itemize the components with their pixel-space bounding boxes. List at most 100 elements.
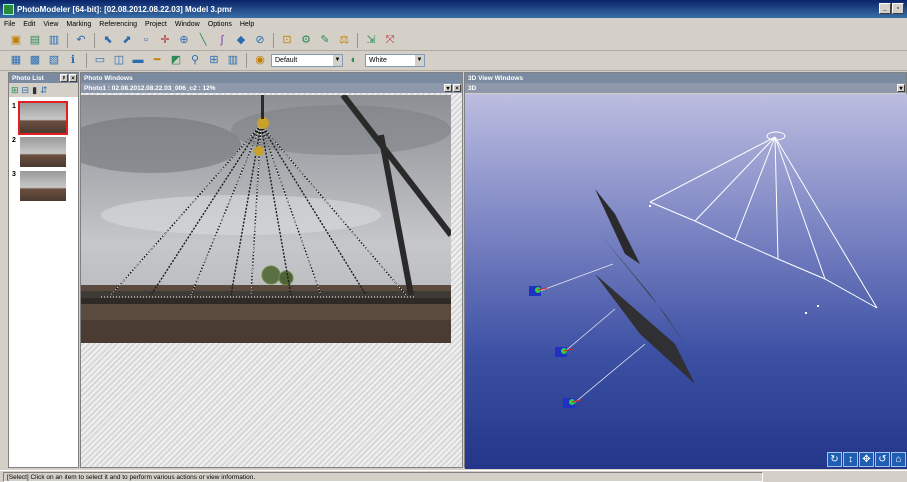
zoom-icon[interactable]: ⚲: [187, 53, 203, 69]
style-dropdown[interactable]: Default ▼: [271, 54, 343, 67]
mark-line-icon[interactable]: ╲: [195, 33, 211, 49]
idealize-icon[interactable]: ✎: [317, 33, 333, 49]
home-view-icon[interactable]: ⌂: [891, 452, 906, 467]
open-project-icon[interactable]: ▤: [27, 33, 43, 49]
maximize-button[interactable]: ▫: [892, 3, 904, 14]
zoom-icon[interactable]: ↕: [843, 452, 858, 467]
photo-thumb-image: [20, 171, 66, 201]
toolbar-divider: [94, 33, 95, 48]
3d-view-title-bar: 3D ▾: [465, 83, 906, 93]
menu-referencing[interactable]: Referencing: [99, 21, 137, 28]
style-dropdown-value: Default: [275, 57, 298, 64]
measure-icon[interactable]: ⊘: [252, 33, 268, 49]
app-icon: [3, 3, 14, 15]
pan-icon[interactable]: ✥: [859, 452, 874, 467]
style-icon[interactable]: ◉: [252, 53, 268, 69]
3d-points: [649, 205, 819, 314]
properties-icon[interactable]: ▮: [32, 85, 37, 96]
window-icon[interactable]: ◫: [111, 53, 127, 69]
open-photo-icon[interactable]: ▦: [8, 53, 24, 69]
camera-rays: [536, 263, 646, 405]
undo-icon[interactable]: ↶: [73, 33, 89, 49]
orbit-icon[interactable]: ↺: [875, 452, 890, 467]
new-project-icon[interactable]: ▣: [8, 33, 24, 49]
photo-title: Photo1 : 02.08.2012.08.22.03_006_c2 : 12…: [84, 84, 216, 92]
photo-thumb-number: 3: [12, 171, 16, 178]
menu-edit[interactable]: Edit: [23, 21, 35, 28]
menu-window[interactable]: Window: [175, 21, 200, 28]
info-icon[interactable]: ℹ: [65, 53, 81, 69]
menu-file[interactable]: File: [4, 21, 15, 28]
image-icon[interactable]: ◩: [168, 53, 184, 69]
toolbar-divider: [357, 33, 358, 48]
3d-view-windows-panel: 3D View Windows 3D ▾ ↻ ↕ ✥ ↺ ⌂: [464, 72, 907, 469]
status-text: [Select] Click on an item to select it a…: [3, 471, 763, 482]
pin-icon[interactable]: ⤧: [382, 33, 398, 49]
view-toolbar: ▦ ▩ ▧ ℹ ▭ ◫ ▬ ━ ◩ ⚲ ⊞ ▥ ◉ Default ▼ ◐ Wh…: [0, 51, 907, 71]
photo-thumb[interactable]: 1: [12, 101, 68, 135]
main-toolbar: ▣ ▤ ▥ ↶ ⬉ ⬈ ▫ ✛ ⊕ ╲ ∫ ◆ ⊘ ⊡ ⚙ ✎ ⚖ ⇲ ⤧: [0, 31, 907, 51]
close-icon[interactable]: ×: [453, 84, 461, 92]
grid-icon[interactable]: ▥: [225, 53, 241, 69]
sort-icon[interactable]: ⇵: [40, 85, 48, 96]
menu-project[interactable]: Project: [145, 21, 167, 28]
fit-icon[interactable]: ⊞: [206, 53, 222, 69]
menu-options[interactable]: Options: [208, 21, 232, 28]
camera-stations: [529, 286, 582, 408]
3d-viewport[interactable]: ↻ ↕ ✥ ↺ ⌂: [465, 94, 907, 469]
mark-curve-icon[interactable]: ∫: [214, 33, 230, 49]
photo-windows-panel: Photo Windows Photo1 : 02.08.2012.08.22.…: [80, 72, 463, 468]
remove-photo-icon[interactable]: ⊟: [22, 85, 30, 96]
3d-view-windows-title: 3D View Windows: [468, 74, 524, 82]
save-icon[interactable]: ▥: [46, 33, 62, 49]
mark-surface-icon[interactable]: ◆: [233, 33, 249, 49]
scale-icon[interactable]: ⚖: [336, 33, 352, 49]
chevron-down-icon: ▼: [333, 55, 342, 66]
select-plus-icon[interactable]: ⬈: [119, 33, 135, 49]
layout-icon[interactable]: ▭: [92, 53, 108, 69]
process-icon[interactable]: ⚙: [298, 33, 314, 49]
mark-point-icon[interactable]: ▫: [138, 33, 154, 49]
ruler-icon[interactable]: ━: [149, 53, 165, 69]
mark-edge-icon[interactable]: ⊕: [176, 33, 192, 49]
dropdown-icon[interactable]: ▾: [897, 84, 905, 92]
reference-icon[interactable]: ⊡: [279, 33, 295, 49]
steel-panels: [595, 189, 695, 384]
menu-view[interactable]: View: [43, 21, 58, 28]
chevron-down-icon: ▼: [415, 55, 424, 66]
view-navigation-buttons: ↻ ↕ ✥ ↺ ⌂: [827, 452, 906, 467]
color-dropdown-value: White: [369, 57, 387, 64]
photo-thumb[interactable]: 2: [12, 137, 66, 167]
table-icon[interactable]: ▧: [46, 53, 62, 69]
toolbar-divider: [86, 53, 87, 68]
3d-model: [529, 131, 878, 408]
panel-icon[interactable]: ▬: [130, 53, 146, 69]
menu-marking[interactable]: Marking: [66, 21, 91, 28]
status-bar: [Select] Click on an item to select it a…: [0, 470, 907, 482]
3d-view-windows-title-bar: 3D View Windows: [465, 73, 906, 83]
minimize-button[interactable]: _: [879, 3, 891, 14]
close-icon[interactable]: ×: [69, 74, 77, 82]
3d-view-title: 3D: [468, 84, 477, 92]
color-icon[interactable]: ◐: [346, 53, 362, 69]
mark-target-icon[interactable]: ✛: [157, 33, 173, 49]
color-dropdown[interactable]: White ▼: [365, 54, 425, 67]
photo-list-panel: Photo List ᵖ × ⊞ ⊟ ▮ ⇵ 1 2 3: [8, 72, 79, 468]
photo-thumb[interactable]: 3: [12, 171, 66, 201]
photo-image[interactable]: [81, 95, 451, 343]
open-3d-view-icon[interactable]: ▩: [27, 53, 43, 69]
menu-help[interactable]: Help: [240, 21, 254, 28]
add-photo-icon[interactable]: ⊞: [11, 85, 19, 96]
photo-thumb-image: [20, 137, 66, 167]
export-icon[interactable]: ⇲: [363, 33, 379, 49]
photo-windows-title: Photo Windows: [84, 74, 133, 82]
photo-title-bar: Photo1 : 02.08.2012.08.22.03_006_c2 : 12…: [81, 83, 462, 93]
rotate-icon[interactable]: ↻: [827, 452, 842, 467]
photo-thumb-number: 1: [12, 103, 16, 110]
photo-list-title: Photo List: [12, 74, 44, 82]
pin-icon[interactable]: ᵖ: [60, 74, 68, 82]
dropdown-icon[interactable]: ▾: [444, 84, 452, 92]
photo-windows-title-bar: Photo Windows: [81, 73, 462, 83]
select-icon[interactable]: ⬉: [100, 33, 116, 49]
photo-thumb-image: [18, 101, 68, 135]
